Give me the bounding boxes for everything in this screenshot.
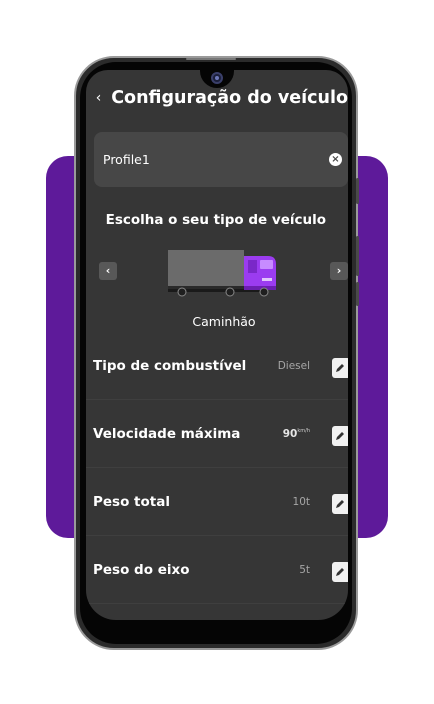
setting-row-axle-weight[interactable]: Peso do eixo 5t bbox=[86, 536, 348, 604]
axle-weight-label: Peso do eixo bbox=[93, 562, 190, 578]
pencil-icon bbox=[336, 568, 344, 576]
page-title: Configuração do veículo bbox=[111, 88, 348, 108]
setting-row-max-speed[interactable]: Velocidade máxima 90km/h bbox=[86, 400, 348, 468]
app-header: ‹ Configuração do veículo bbox=[86, 84, 348, 112]
edit-total-weight-button[interactable] bbox=[332, 494, 348, 514]
next-vehicle-button[interactable]: › bbox=[330, 262, 348, 280]
selected-vehicle-label: Caminhão bbox=[192, 314, 256, 329]
fuel-type-value: Diesel bbox=[277, 360, 310, 372]
pencil-icon bbox=[336, 500, 344, 508]
truck-icon bbox=[168, 250, 276, 297]
profile-name-field[interactable]: Profile1 × bbox=[94, 132, 348, 187]
max-speed-label: Velocidade máxima bbox=[93, 426, 241, 442]
pencil-icon bbox=[336, 364, 344, 372]
axle-weight-value: 5t bbox=[299, 564, 310, 576]
previous-vehicle-button[interactable]: ‹ bbox=[99, 262, 117, 280]
setting-row-total-weight[interactable]: Peso total 10t bbox=[86, 468, 348, 536]
total-weight-value: 10t bbox=[292, 496, 310, 508]
total-weight-label: Peso total bbox=[93, 494, 170, 510]
fuel-type-label: Tipo de combustível bbox=[93, 358, 247, 374]
max-speed-number: 90 bbox=[282, 428, 298, 440]
edit-fuel-type-button[interactable] bbox=[332, 358, 348, 378]
phone-speaker-slit bbox=[186, 58, 236, 60]
clear-circle-icon[interactable]: × bbox=[329, 153, 342, 166]
power-button bbox=[356, 282, 359, 306]
volume-down-button bbox=[356, 236, 359, 276]
volume-up-button bbox=[356, 178, 359, 204]
vehicle-type-heading: Escolha o seu tipo de veículo bbox=[105, 212, 326, 228]
back-arrow-icon[interactable]: ‹ bbox=[90, 90, 107, 106]
app-screen: ‹ Configuração do veículo Profile1 × Esc… bbox=[86, 70, 348, 620]
max-speed-value: 90km/h bbox=[283, 428, 310, 440]
edit-axle-weight-button[interactable] bbox=[332, 562, 348, 582]
front-camera-icon bbox=[211, 72, 223, 84]
max-speed-unit: km/h bbox=[297, 428, 310, 434]
profile-name-text: Profile1 bbox=[103, 152, 150, 167]
pencil-icon bbox=[336, 432, 344, 440]
setting-row-fuel-type[interactable]: Tipo de combustível Diesel bbox=[86, 332, 348, 400]
edit-max-speed-button[interactable] bbox=[332, 426, 348, 446]
